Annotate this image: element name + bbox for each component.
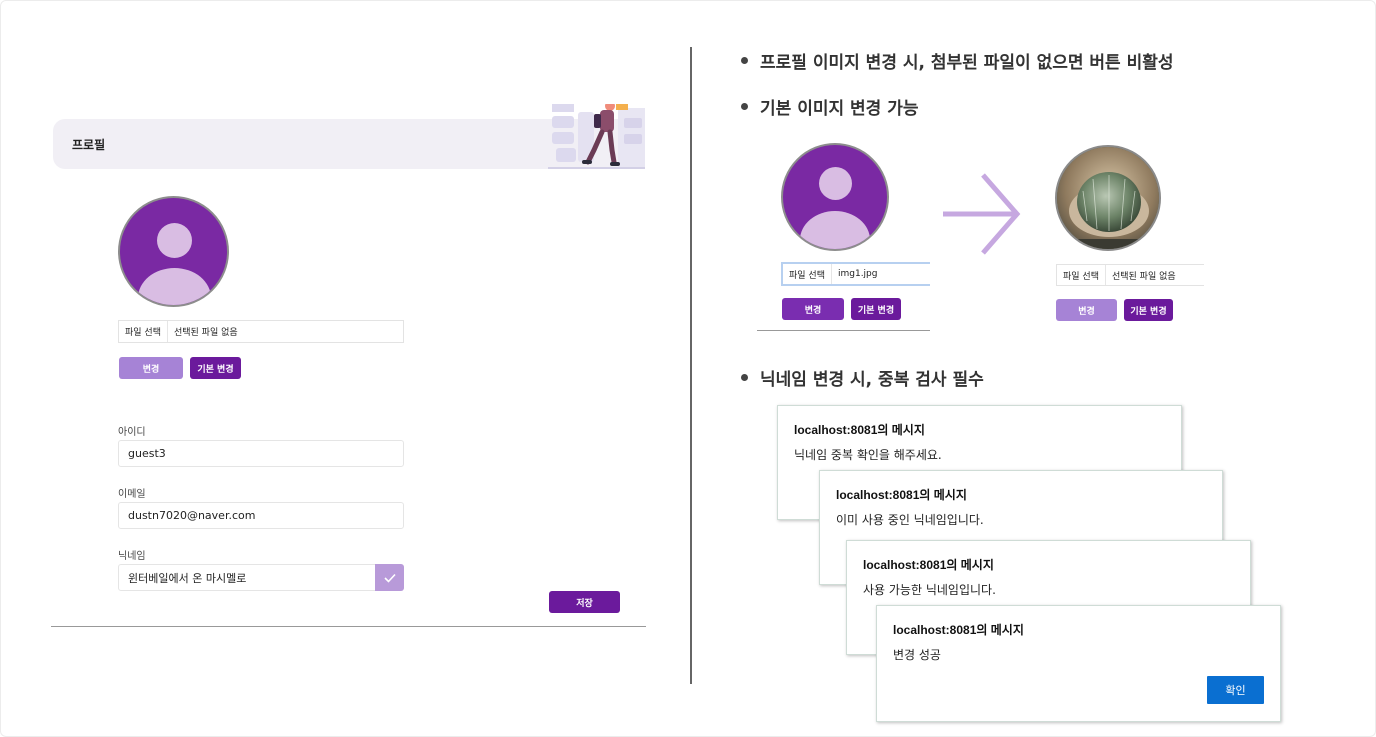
dialog-message: 닉네임 중복 확인을 해주세요. bbox=[794, 448, 942, 462]
demo-default-button[interactable]: 기본 변경 bbox=[1124, 299, 1173, 321]
vertical-divider bbox=[690, 47, 692, 684]
section-divider-line bbox=[51, 626, 646, 627]
demo-avatar-default bbox=[781, 143, 889, 251]
user-avatar-icon bbox=[819, 167, 852, 200]
dialog-title: localhost:8081의 메시지 bbox=[893, 623, 1024, 637]
profile-file-input[interactable]: 파일 선택 선택된 파일 없음 bbox=[118, 320, 404, 343]
demo-default-button[interactable]: 기본 변경 bbox=[851, 298, 901, 320]
dialog-title: localhost:8081의 메시지 bbox=[836, 488, 967, 502]
file-status-text: 선택된 파일 없음 bbox=[173, 328, 238, 338]
email-label: 이메일 bbox=[118, 489, 146, 500]
file-select-button[interactable]: 파일 선택 bbox=[119, 321, 168, 342]
bullet-dot bbox=[741, 57, 748, 64]
demo-change-button-active[interactable]: 변경 bbox=[782, 298, 844, 320]
nickname-label: 닉네임 bbox=[118, 551, 146, 562]
file-status-text: 선택된 파일 없음 bbox=[1111, 271, 1176, 282]
email-field[interactable]: dustn7020@naver.com bbox=[118, 502, 404, 529]
dialog-title: localhost:8081의 메시지 bbox=[863, 558, 994, 572]
profile-avatar bbox=[118, 196, 229, 307]
bullet-dot bbox=[741, 374, 748, 381]
check-icon bbox=[383, 573, 396, 583]
id-label: 아이디 bbox=[118, 427, 146, 438]
dialog-message: 변경 성공 bbox=[893, 648, 941, 662]
page-title: 프로필 bbox=[72, 138, 106, 152]
file-status-text: img1.jpg bbox=[837, 269, 878, 279]
dialog-message: 이미 사용 중인 닉네임입니다. bbox=[836, 513, 984, 527]
header-illustration bbox=[548, 104, 645, 170]
nickname-field[interactable]: 윈터베일에서 온 마시멜로 bbox=[118, 564, 378, 591]
save-button[interactable]: 저장 bbox=[549, 591, 620, 613]
bullet-item: 닉네임 변경 시, 중복 검사 필수 bbox=[741, 365, 984, 390]
bullet-item: 기본 이미지 변경 가능 bbox=[741, 94, 919, 119]
file-select-button[interactable]: 파일 선택 bbox=[783, 264, 832, 284]
arrow-right-icon bbox=[943, 173, 1021, 255]
bullet-item: 프로필 이미지 변경 시, 첨부된 파일이 없으면 버튼 비활성 bbox=[741, 48, 1174, 73]
bullet-text: 기본 이미지 변경 가능 bbox=[760, 99, 919, 119]
id-field[interactable]: guest3 bbox=[118, 440, 404, 467]
nickname-check-button[interactable] bbox=[375, 564, 404, 591]
bullet-dot bbox=[741, 103, 748, 110]
demo-change-button-disabled[interactable]: 변경 bbox=[1056, 299, 1117, 321]
user-avatar-icon bbox=[157, 223, 192, 258]
default-image-button[interactable]: 기본 변경 bbox=[190, 357, 241, 379]
demo-avatar-cactus-photo bbox=[1055, 145, 1161, 251]
confirm-button[interactable]: 확인 bbox=[1207, 676, 1264, 704]
dialog-message: 사용 가능한 닉네임입니다. bbox=[863, 583, 996, 597]
dialog-title: localhost:8081의 메시지 bbox=[794, 423, 925, 437]
file-select-button[interactable]: 파일 선택 bbox=[1057, 265, 1106, 285]
bullet-text: 닉네임 변경 시, 중복 검사 필수 bbox=[760, 370, 984, 390]
demo-file-input-after[interactable]: 파일 선택 선택된 파일 없음 bbox=[1056, 264, 1204, 286]
demo-file-input-before[interactable]: 파일 선택 img1.jpg bbox=[781, 262, 930, 286]
alert-dialog-change-success: localhost:8081의 메시지 변경 성공 확인 bbox=[876, 605, 1281, 722]
change-image-button[interactable]: 변경 bbox=[119, 357, 183, 379]
demo-divider-line bbox=[757, 330, 930, 331]
bullet-text: 프로필 이미지 변경 시, 첨부된 파일이 없으면 버튼 비활성 bbox=[760, 53, 1174, 73]
